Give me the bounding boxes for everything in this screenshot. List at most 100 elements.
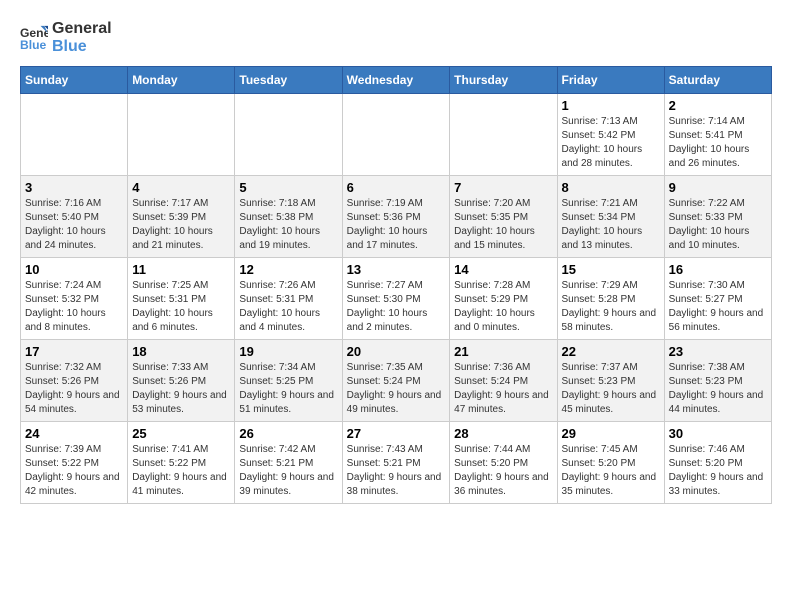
calendar-cell: 20 Sunrise: 7:35 AM Sunset: 5:24 PM Dayli… [342,340,450,422]
day-info: Sunrise: 7:19 AM Sunset: 5:36 PM Dayligh… [347,197,446,253]
day-info: Sunrise: 7:38 AM Sunset: 5:23 PM Dayligh… [669,361,767,417]
calendar-cell: 9Sunrise: 7:22 AM Sunset: 5:33 PM Daylig… [664,176,771,258]
day-number: 21 [454,344,552,359]
calendar-cell: 6 Sunrise: 7:19 AM Sunset: 5:36 PM Daylig… [342,176,450,258]
calendar-cell [128,94,235,176]
day-info: Sunrise: 7:44 AM Sunset: 5:20 PM Dayligh… [454,443,552,499]
day-number: 29 [562,426,660,441]
calendar-cell: 7 Sunrise: 7:20 AM Sunset: 5:35 PM Daylig… [450,176,557,258]
day-info: Sunrise: 7:45 AM Sunset: 5:20 PM Dayligh… [562,443,660,499]
calendar-week-row: 3 Sunrise: 7:16 AM Sunset: 5:40 PM Daylig… [21,176,772,258]
calendar-cell: 12Sunrise: 7:26 AM Sunset: 5:31 PM Dayli… [235,258,342,340]
calendar-cell: 25 Sunrise: 7:41 AM Sunset: 5:22 PM Dayli… [128,422,235,504]
day-number: 12 [239,262,337,277]
day-number: 19 [239,344,337,359]
day-info: Sunrise: 7:20 AM Sunset: 5:35 PM Dayligh… [454,197,552,253]
day-number: 1 [562,98,660,113]
day-number: 27 [347,426,446,441]
day-info: Sunrise: 7:18 AM Sunset: 5:38 PM Dayligh… [239,197,337,253]
calendar-cell: 15 Sunrise: 7:29 AM Sunset: 5:28 PM Dayli… [557,258,664,340]
weekday-header-tuesday: Tuesday [235,67,342,94]
day-info: Sunrise: 7:34 AM Sunset: 5:25 PM Dayligh… [239,361,337,417]
day-number: 16 [669,262,767,277]
calendar-cell: 4 Sunrise: 7:17 AM Sunset: 5:39 PM Daylig… [128,176,235,258]
calendar-cell: 16 Sunrise: 7:30 AM Sunset: 5:27 PM Dayli… [664,258,771,340]
day-info: Sunrise: 7:36 AM Sunset: 5:24 PM Dayligh… [454,361,552,417]
day-number: 25 [132,426,230,441]
calendar-cell: 5 Sunrise: 7:18 AM Sunset: 5:38 PM Daylig… [235,176,342,258]
calendar-cell: 19 Sunrise: 7:34 AM Sunset: 5:25 PM Dayli… [235,340,342,422]
day-info: Sunrise: 7:35 AM Sunset: 5:24 PM Dayligh… [347,361,446,417]
day-number: 7 [454,180,552,195]
day-number: 2 [669,98,767,113]
logo-icon: General Blue [20,24,48,52]
calendar-cell [342,94,450,176]
calendar-week-row: 24Sunrise: 7:39 AM Sunset: 5:22 PM Dayli… [21,422,772,504]
calendar-cell: 11 Sunrise: 7:25 AM Sunset: 5:31 PM Dayli… [128,258,235,340]
weekday-header-friday: Friday [557,67,664,94]
calendar-week-row: 17Sunrise: 7:32 AM Sunset: 5:26 PM Dayli… [21,340,772,422]
calendar-cell: 10 Sunrise: 7:24 AM Sunset: 5:32 PM Dayli… [21,258,128,340]
day-number: 30 [669,426,767,441]
calendar-cell: 23 Sunrise: 7:38 AM Sunset: 5:23 PM Dayli… [664,340,771,422]
page-header: General Blue General Blue [20,20,772,56]
day-number: 10 [25,262,123,277]
calendar-cell [450,94,557,176]
day-info: Sunrise: 7:43 AM Sunset: 5:21 PM Dayligh… [347,443,446,499]
day-number: 20 [347,344,446,359]
day-info: Sunrise: 7:24 AM Sunset: 5:32 PM Dayligh… [25,279,123,335]
day-info: Sunrise: 7:14 AM Sunset: 5:41 PM Dayligh… [669,115,767,171]
day-number: 5 [239,180,337,195]
weekday-header-thursday: Thursday [450,67,557,94]
day-number: 28 [454,426,552,441]
day-number: 11 [132,262,230,277]
calendar-cell: 27 Sunrise: 7:43 AM Sunset: 5:21 PM Dayli… [342,422,450,504]
day-info: Sunrise: 7:30 AM Sunset: 5:27 PM Dayligh… [669,279,767,335]
day-number: 22 [562,344,660,359]
calendar-cell: 21 Sunrise: 7:36 AM Sunset: 5:24 PM Dayli… [450,340,557,422]
logo-text-general: General [52,20,112,37]
day-number: 4 [132,180,230,195]
day-number: 13 [347,262,446,277]
weekday-header-sunday: Sunday [21,67,128,94]
calendar-cell: 24Sunrise: 7:39 AM Sunset: 5:22 PM Dayli… [21,422,128,504]
day-info: Sunrise: 7:16 AM Sunset: 5:40 PM Dayligh… [25,197,123,253]
day-number: 8 [562,180,660,195]
weekday-header-wednesday: Wednesday [342,67,450,94]
day-number: 14 [454,262,552,277]
day-info: Sunrise: 7:28 AM Sunset: 5:29 PM Dayligh… [454,279,552,335]
day-info: Sunrise: 7:27 AM Sunset: 5:30 PM Dayligh… [347,279,446,335]
day-number: 24 [25,426,123,441]
svg-text:Blue: Blue [20,38,47,52]
day-number: 23 [669,344,767,359]
calendar-cell: 1 Sunrise: 7:13 AM Sunset: 5:42 PM Daylig… [557,94,664,176]
calendar-cell: 2 Sunrise: 7:14 AM Sunset: 5:41 PM Daylig… [664,94,771,176]
day-number: 6 [347,180,446,195]
weekday-header-saturday: Saturday [664,67,771,94]
calendar-cell: 8Sunrise: 7:21 AM Sunset: 5:34 PM Daylig… [557,176,664,258]
day-info: Sunrise: 7:13 AM Sunset: 5:42 PM Dayligh… [562,115,660,171]
day-info: Sunrise: 7:41 AM Sunset: 5:22 PM Dayligh… [132,443,230,499]
calendar-cell: 13 Sunrise: 7:27 AM Sunset: 5:30 PM Dayli… [342,258,450,340]
logo: General Blue General Blue [20,20,112,56]
day-info: Sunrise: 7:37 AM Sunset: 5:23 PM Dayligh… [562,361,660,417]
calendar-table: SundayMondayTuesdayWednesdayThursdayFrid… [20,66,772,504]
calendar-header-row: SundayMondayTuesdayWednesdayThursdayFrid… [21,67,772,94]
calendar-cell: 30 Sunrise: 7:46 AM Sunset: 5:20 PM Dayli… [664,422,771,504]
calendar-cell: 28 Sunrise: 7:44 AM Sunset: 5:20 PM Dayli… [450,422,557,504]
day-number: 9 [669,180,767,195]
day-number: 3 [25,180,123,195]
day-info: Sunrise: 7:46 AM Sunset: 5:20 PM Dayligh… [669,443,767,499]
calendar-cell: 18Sunrise: 7:33 AM Sunset: 5:26 PM Dayli… [128,340,235,422]
calendar-week-row: 10 Sunrise: 7:24 AM Sunset: 5:32 PM Dayli… [21,258,772,340]
day-info: Sunrise: 7:17 AM Sunset: 5:39 PM Dayligh… [132,197,230,253]
day-info: Sunrise: 7:29 AM Sunset: 5:28 PM Dayligh… [562,279,660,335]
calendar-cell: 17Sunrise: 7:32 AM Sunset: 5:26 PM Dayli… [21,340,128,422]
day-info: Sunrise: 7:25 AM Sunset: 5:31 PM Dayligh… [132,279,230,335]
weekday-header-monday: Monday [128,67,235,94]
day-info: Sunrise: 7:33 AM Sunset: 5:26 PM Dayligh… [132,361,230,417]
calendar-week-row: 1 Sunrise: 7:13 AM Sunset: 5:42 PM Daylig… [21,94,772,176]
day-number: 15 [562,262,660,277]
calendar-cell: 3 Sunrise: 7:16 AM Sunset: 5:40 PM Daylig… [21,176,128,258]
calendar-cell: 22 Sunrise: 7:37 AM Sunset: 5:23 PM Dayli… [557,340,664,422]
